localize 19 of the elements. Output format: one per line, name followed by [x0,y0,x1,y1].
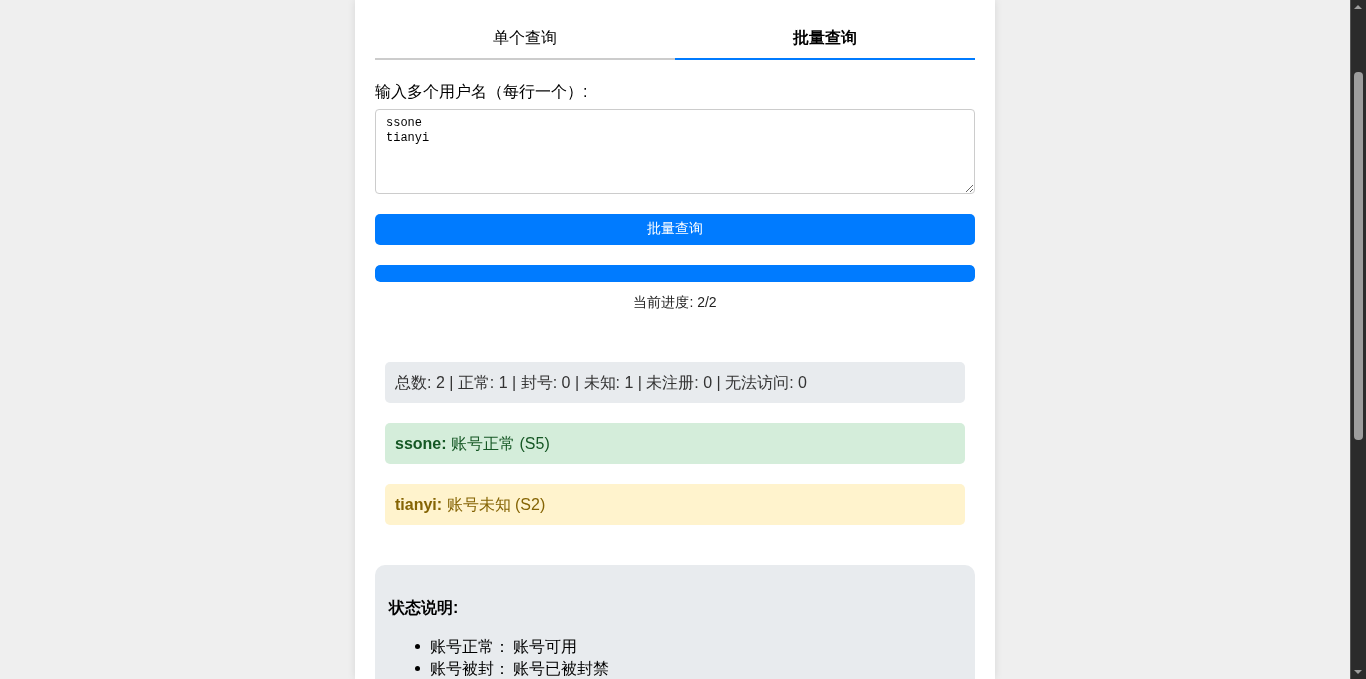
legend-title: 状态说明: [389,598,460,618]
result-username: tianyi: [395,496,443,513]
progress-text: 当前进度: 2/2 [632,294,718,312]
result-status: 账号正常 (S5) [451,435,550,452]
result-username: ssone: [395,435,447,452]
tab[interactable]: 批量查询 [675,28,975,60]
username-input-field[interactable]: ssone tianyi [375,109,975,194]
bullet-icon [415,666,420,672]
legend-description: 账号可用 [513,637,577,657]
summary-text: 总数: 2 | 正常: 1 | 封号: 0 | 未知: 1 | 未注册: 0 | 无法访问: 0 [385,362,965,403]
batch-query-button[interactable]: 批量查询 [375,213,975,246]
legend-description: 账号已被封禁 [513,659,609,679]
result-status: 账号未知 (S2) [446,496,546,513]
tab[interactable]: 单个查询 [375,28,675,60]
input-label: 输入多个用户名（每行一个）: [375,82,589,102]
scrollbar[interactable] [1350,0,1366,679]
legend-label: 账号正常： [430,637,510,657]
bullet-icon [415,644,420,650]
legend-label: 账号被封： [430,659,510,679]
